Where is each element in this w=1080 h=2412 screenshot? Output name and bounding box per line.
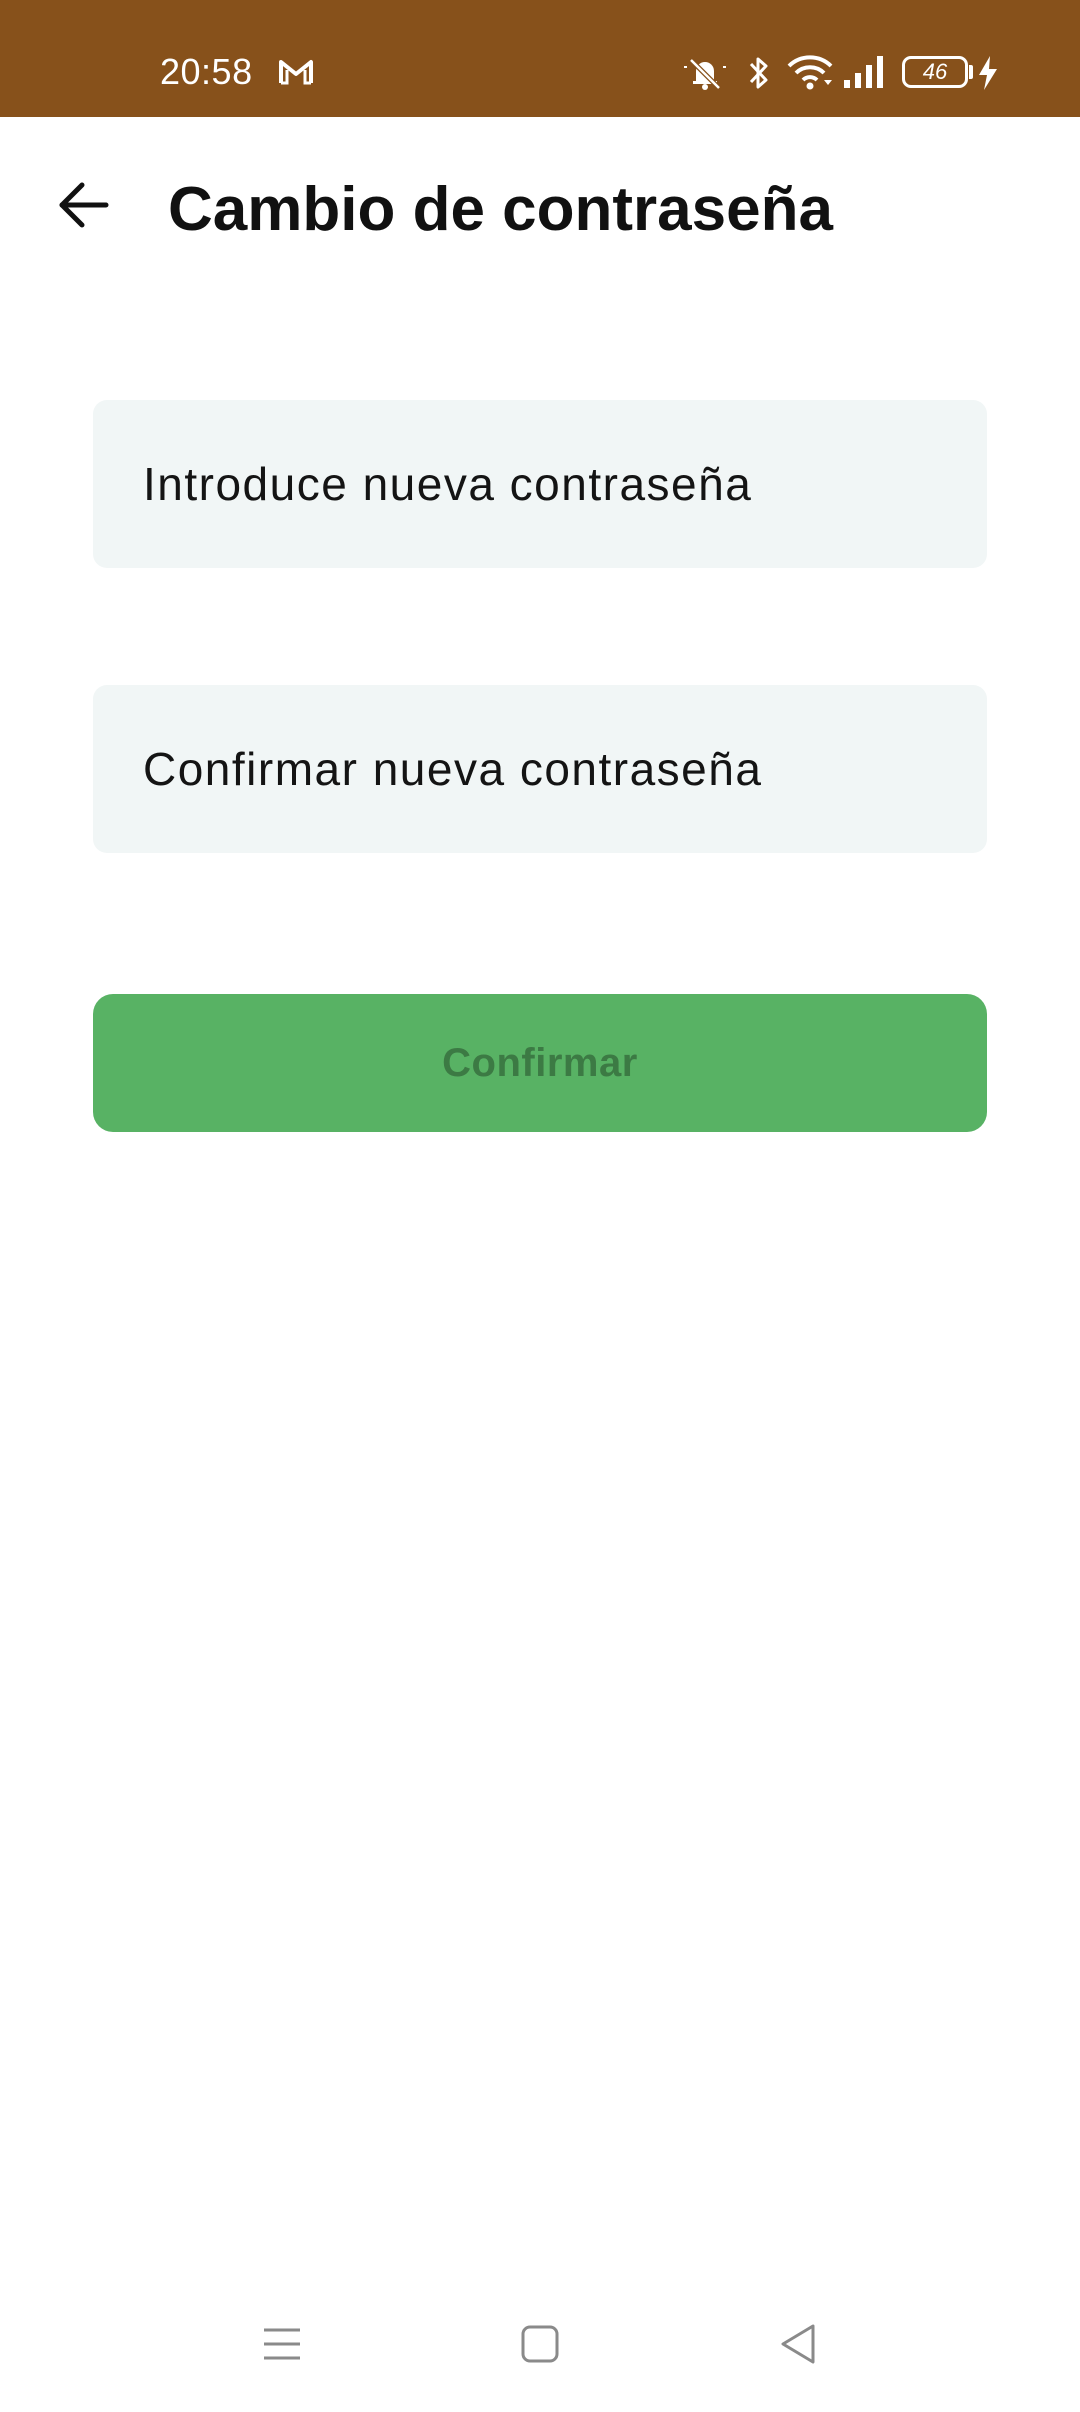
mute-bell-icon (682, 54, 728, 97)
system-nav-bar (0, 2280, 1080, 2412)
home-square-icon (520, 2324, 560, 2369)
new-password-input[interactable] (93, 400, 987, 568)
new-password-field[interactable] (93, 400, 987, 568)
confirm-password-field[interactable] (93, 685, 987, 853)
charging-icon (976, 54, 1000, 97)
confirm-button-label: Confirmar (442, 1040, 638, 1085)
confirm-password-input[interactable] (93, 685, 987, 853)
battery-level: 46 (922, 59, 948, 84)
arrow-left-icon (56, 177, 112, 238)
status-bar: 20:58 46 (0, 0, 1080, 117)
battery-icon: 46 (902, 56, 968, 88)
gmail-icon (278, 58, 314, 91)
back-triangle-icon (778, 2322, 818, 2371)
battery-tip (969, 65, 973, 79)
status-time: 20:58 (160, 51, 253, 92)
back-nav-button[interactable] (738, 2280, 858, 2412)
app-bar: Cambio de contraseña (0, 117, 1080, 307)
signal-icon (842, 54, 888, 95)
bluetooth-icon (746, 54, 772, 97)
confirm-button[interactable]: Confirmar (93, 994, 987, 1132)
home-button[interactable] (480, 2280, 600, 2412)
back-button[interactable] (44, 167, 124, 247)
menu-icon (260, 2324, 304, 2369)
recent-apps-button[interactable] (222, 2280, 342, 2412)
wifi-icon (786, 52, 834, 95)
page-title: Cambio de contraseña (168, 175, 833, 244)
